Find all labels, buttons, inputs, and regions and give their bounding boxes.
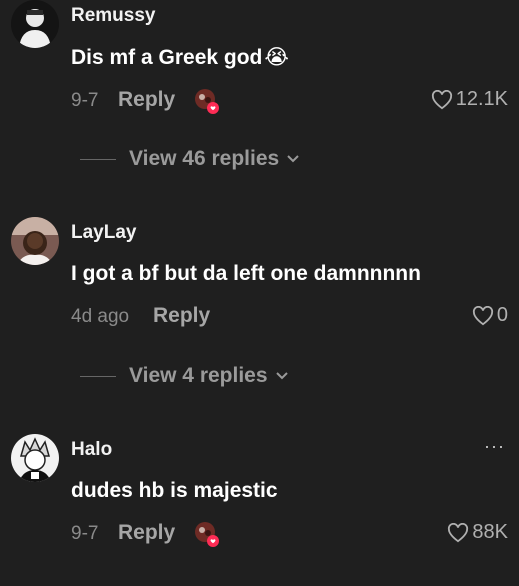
username[interactable]: Halo bbox=[71, 439, 112, 461]
avatar[interactable] bbox=[11, 217, 59, 265]
username[interactable]: Remussy bbox=[71, 5, 156, 27]
comment-text: Dis mf a Greek god 😭 bbox=[71, 45, 289, 70]
divider-line bbox=[80, 158, 116, 160]
heart-icon bbox=[448, 522, 469, 542]
crying-emoji-icon: 😭 bbox=[264, 46, 289, 69]
reply-button[interactable]: Reply bbox=[118, 88, 175, 112]
chevron-down-icon bbox=[275, 372, 288, 380]
comment-date: 4d ago bbox=[71, 306, 130, 327]
comment-date: 9-7 bbox=[71, 523, 99, 544]
reply-button[interactable]: Reply bbox=[118, 521, 175, 545]
view-replies-button[interactable]: View 4 replies bbox=[80, 364, 290, 388]
username[interactable]: LayLay bbox=[71, 222, 136, 244]
creator-reply-avatar-icon bbox=[193, 521, 219, 547]
chevron-down-icon bbox=[287, 155, 299, 163]
avatar[interactable] bbox=[11, 0, 59, 48]
heart-icon bbox=[431, 89, 452, 109]
heart-icon bbox=[472, 305, 493, 325]
view-replies-label: View 4 replies bbox=[129, 364, 268, 387]
like-button[interactable]: 12.1K bbox=[431, 88, 508, 111]
like-button[interactable]: 0 bbox=[472, 304, 508, 327]
like-count: 88K bbox=[472, 521, 508, 543]
divider-line bbox=[80, 375, 116, 377]
comment-text: dudes hb is majestic bbox=[71, 479, 278, 502]
like-count: 12.1K bbox=[455, 88, 508, 110]
comment-body: Dis mf a Greek god bbox=[71, 45, 263, 69]
comment-date: 9-7 bbox=[71, 90, 99, 111]
creator-reply-avatar-icon bbox=[193, 88, 219, 114]
more-options-icon[interactable]: ··· bbox=[484, 436, 505, 457]
reply-button[interactable]: Reply bbox=[153, 304, 210, 328]
view-replies-label: View 46 replies bbox=[129, 147, 280, 170]
view-replies-button[interactable]: View 46 replies bbox=[80, 147, 301, 171]
like-count: 0 bbox=[496, 304, 508, 326]
avatar[interactable] bbox=[11, 434, 59, 482]
comment-text: I got a bf but da left one damnnnnn bbox=[71, 262, 421, 285]
like-button[interactable]: 88K bbox=[447, 521, 508, 544]
